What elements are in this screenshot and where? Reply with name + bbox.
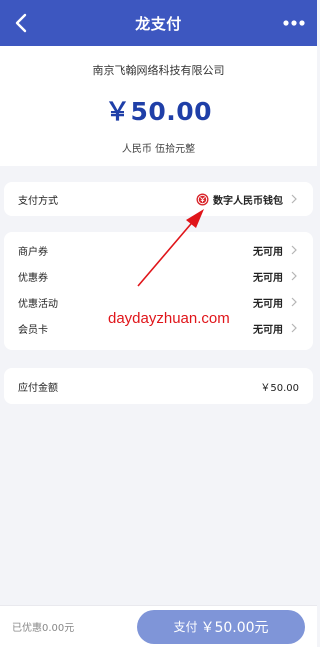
- chevron-right-icon: [289, 271, 299, 281]
- amount-due-row: 应付金额 ￥50.00: [4, 368, 313, 404]
- payment-method-value-wrap: 数字人民币钱包: [196, 192, 299, 207]
- chevron-right-icon: [289, 297, 299, 307]
- payment-summary: 南京飞翰网络科技有限公司 ￥50.00 人民币 伍拾元整: [0, 46, 317, 166]
- payment-method-row[interactable]: 支付方式 数字人民币钱包: [4, 182, 313, 216]
- discount-value: 无可用: [253, 324, 283, 336]
- chevron-right-icon: [289, 323, 299, 333]
- more-dots-icon: [283, 20, 305, 26]
- payment-method-card: 支付方式 数字人民币钱包: [4, 182, 313, 216]
- watermark-text: daydayzhuan.com: [108, 310, 230, 327]
- list-item-merchant-coupon[interactable]: 商户券 无可用: [4, 237, 313, 263]
- payment-method-value: 数字人民币钱包: [213, 195, 283, 207]
- payment-method-label: 支付方式: [18, 195, 58, 207]
- bottom-bar: 已优惠0.00元 支付 ￥50.00元: [0, 605, 317, 647]
- chevron-right-icon: [289, 194, 299, 204]
- list-item-coupon[interactable]: 优惠券 无可用: [4, 263, 313, 289]
- chevron-right-icon: [289, 245, 299, 255]
- pay-button-amount: ￥50.00元: [200, 619, 269, 636]
- discounts-card: 商户券 无可用 优惠券 无可用 优惠活动 无可用 会员卡 无可用: [4, 232, 313, 350]
- amount-due-label: 应付金额: [18, 382, 58, 394]
- discount-value: 无可用: [253, 298, 283, 310]
- merchant-name: 南京飞翰网络科技有限公司: [92, 64, 225, 77]
- amount-due-value: ￥50.00: [260, 382, 299, 394]
- page-title: 龙支付: [135, 14, 182, 33]
- payment-amount: ￥50.00: [104, 97, 213, 126]
- pay-button[interactable]: 支付 ￥50.00元: [137, 609, 305, 644]
- ecny-icon: [196, 193, 209, 206]
- discount-value: 无可用: [253, 246, 283, 258]
- amount-due-card: 应付金额 ￥50.00: [4, 368, 313, 404]
- chevron-left-icon: [15, 13, 27, 33]
- pay-button-label: 支付: [173, 620, 198, 634]
- top-nav-bar: 龙支付: [0, 0, 317, 46]
- discount-label: 优惠活动: [18, 298, 58, 310]
- discount-value: 无可用: [253, 272, 283, 284]
- back-button[interactable]: [8, 10, 34, 36]
- discount-label: 优惠券: [18, 272, 48, 284]
- amount-in-words: 人民币 伍拾元整: [121, 144, 196, 155]
- more-button[interactable]: [281, 12, 307, 34]
- saved-amount-text: 已优惠0.00元: [12, 623, 75, 634]
- discount-label: 商户券: [18, 246, 48, 258]
